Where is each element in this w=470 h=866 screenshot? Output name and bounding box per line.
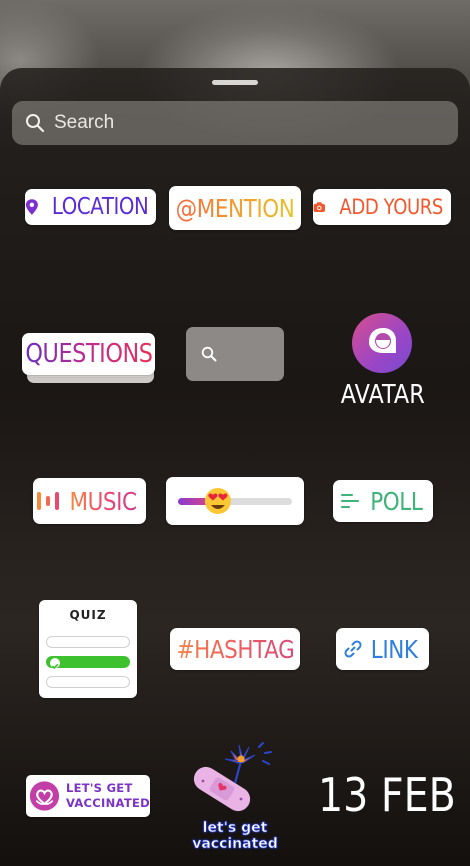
poll-label: POLL bbox=[369, 486, 423, 516]
hashtag-label: #HASHTAG bbox=[176, 634, 294, 664]
mention-sticker[interactable]: @MENTION bbox=[169, 186, 301, 230]
mention-label: @MENTION bbox=[175, 193, 295, 223]
vaccinated-caption-line-1: let's get bbox=[202, 820, 268, 837]
quiz-option bbox=[46, 676, 130, 688]
poll-lines-icon bbox=[340, 494, 359, 508]
link-icon bbox=[344, 640, 362, 658]
quiz-option bbox=[46, 636, 130, 648]
camera-icon bbox=[313, 202, 325, 213]
bandage-flower-icon[interactable] bbox=[183, 735, 287, 825]
gif-search-sticker[interactable] bbox=[186, 327, 284, 381]
music-sticker[interactable]: MUSIC bbox=[33, 478, 146, 524]
vaccine-line-1: LET'S GET bbox=[65, 781, 133, 795]
questions-sticker[interactable]: QUESTIONS bbox=[22, 333, 155, 375]
link-label: LINK bbox=[371, 634, 418, 664]
vaccinated-caption-line-2: vaccinated bbox=[192, 836, 278, 853]
questions-label: QUESTIONS bbox=[24, 339, 153, 369]
avatar-sticker[interactable] bbox=[352, 313, 412, 373]
music-label: MUSIC bbox=[69, 486, 138, 516]
vaccine-sticker-text: LET'S GET VACCINATED bbox=[66, 781, 150, 811]
search-bar[interactable]: Search bbox=[12, 101, 458, 145]
quiz-label: QUIZ bbox=[69, 608, 107, 622]
search-placeholder: Search bbox=[54, 112, 115, 133]
heart-eyes-emoji-icon bbox=[204, 488, 231, 514]
quiz-option-correct bbox=[46, 656, 130, 670]
music-bars-icon bbox=[37, 492, 60, 510]
sheet-drag-handle[interactable] bbox=[212, 80, 258, 85]
location-sticker[interactable]: LOCATION bbox=[25, 189, 156, 225]
date-sticker[interactable]: 13 FEB bbox=[318, 768, 456, 822]
search-icon bbox=[26, 114, 45, 133]
link-sticker[interactable]: LINK bbox=[336, 628, 429, 670]
avatar-label: AVATAR bbox=[340, 380, 425, 410]
vaccinated-caption: let's get vaccinated bbox=[180, 820, 290, 853]
heart-hands-icon bbox=[29, 781, 60, 811]
emoji-slider-sticker[interactable] bbox=[166, 477, 304, 525]
add-yours-sticker[interactable]: ADD YOURS bbox=[313, 189, 451, 225]
hashtag-sticker[interactable]: #HASHTAG bbox=[170, 628, 300, 670]
lets-get-vaccinated-sticker[interactable]: LET'S GET VACCINATED bbox=[26, 775, 150, 817]
location-label: LOCATION bbox=[51, 194, 149, 220]
slider-track bbox=[178, 488, 292, 514]
location-pin-icon bbox=[25, 199, 38, 215]
search-icon bbox=[201, 346, 217, 362]
poll-sticker[interactable]: POLL bbox=[333, 480, 433, 522]
check-icon bbox=[50, 658, 60, 670]
vaccine-line-2: VACCINATED bbox=[65, 796, 150, 810]
add-yours-label: ADD YOURS bbox=[339, 195, 443, 219]
quiz-sticker[interactable]: QUIZ bbox=[39, 600, 137, 698]
avatar-icon bbox=[369, 328, 396, 353]
